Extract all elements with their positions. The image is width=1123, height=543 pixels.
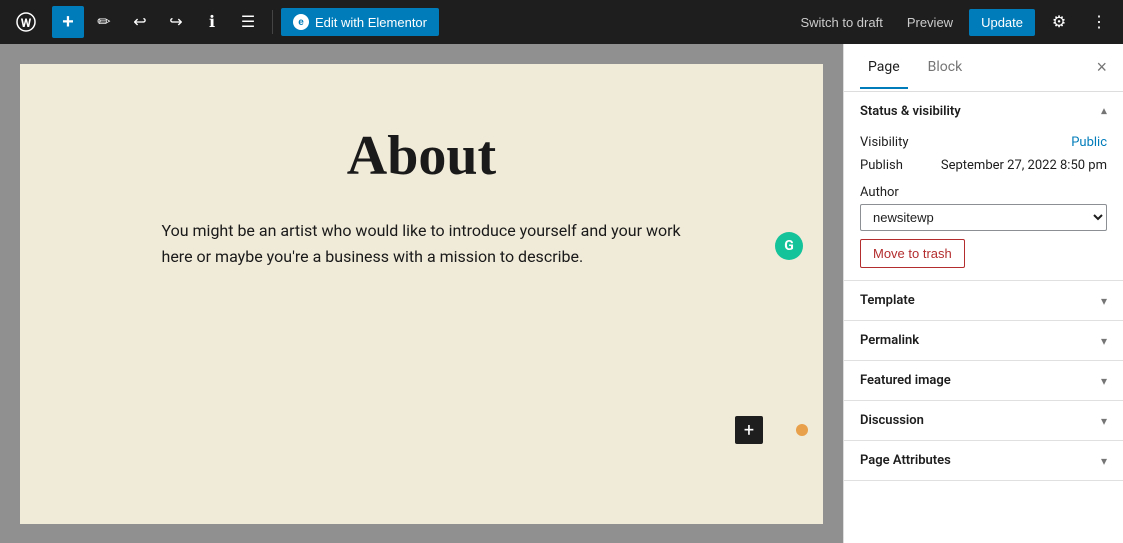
svg-text:W: W bbox=[21, 16, 32, 30]
info-icon: ℹ bbox=[209, 12, 215, 32]
visibility-value[interactable]: Public bbox=[1071, 135, 1107, 150]
section-status-visibility-header[interactable]: Status & visibility ▾ bbox=[844, 92, 1123, 131]
section-permalink-title: Permalink bbox=[860, 333, 919, 348]
tab-block-label: Block bbox=[928, 59, 963, 75]
sidebar-content: Status & visibility ▾ Visibility Public … bbox=[844, 92, 1123, 543]
more-icon: ⋮ bbox=[1091, 12, 1107, 32]
sidebar-header: Page Block × bbox=[844, 44, 1123, 92]
more-options-button[interactable]: ⋮ bbox=[1083, 6, 1115, 38]
visibility-label: Visibility bbox=[860, 135, 909, 150]
plus-icon: + bbox=[62, 11, 74, 34]
page-body-text[interactable]: You might be an artist who would like to… bbox=[162, 218, 682, 269]
status-visibility-content: Visibility Public Publish September 27, … bbox=[844, 131, 1123, 280]
list-view-button[interactable]: ☰ bbox=[232, 6, 264, 38]
wp-logo[interactable]: W bbox=[8, 4, 44, 40]
section-featured-image-title: Featured image bbox=[860, 373, 951, 388]
orange-dot-indicator bbox=[796, 424, 808, 436]
tab-page[interactable]: Page bbox=[860, 47, 908, 89]
section-permalink: Permalink ▾ bbox=[844, 321, 1123, 361]
add-block-button[interactable]: + bbox=[52, 6, 84, 38]
page-title: About bbox=[60, 124, 783, 188]
move-to-trash-button[interactable]: Move to trash bbox=[860, 239, 965, 268]
section-status-visibility: Status & visibility ▾ Visibility Public … bbox=[844, 92, 1123, 281]
section-template-title: Template bbox=[860, 293, 915, 308]
section-template-header[interactable]: Template ▾ bbox=[844, 281, 1123, 320]
main-toolbar: W + ✏ ↩ ↪ ℹ ☰ e Edit with Elementor Swit… bbox=[0, 0, 1123, 44]
section-status-visibility-title: Status & visibility bbox=[860, 104, 961, 119]
section-discussion-title: Discussion bbox=[860, 413, 924, 428]
settings-button[interactable]: ⚙ bbox=[1043, 6, 1075, 38]
edit-button[interactable]: ✏ bbox=[88, 6, 120, 38]
add-block-icon: + bbox=[744, 420, 754, 441]
elementor-btn-label: Edit with Elementor bbox=[315, 15, 427, 30]
grammarly-icon: G bbox=[784, 238, 794, 254]
add-new-block-button[interactable]: + bbox=[735, 416, 763, 444]
section-page-attributes-title: Page Attributes bbox=[860, 453, 951, 468]
update-button[interactable]: Update bbox=[969, 9, 1035, 36]
elementor-icon: e bbox=[293, 14, 309, 30]
section-page-attributes-header[interactable]: Page Attributes ▾ bbox=[844, 441, 1123, 480]
page-canvas: About You might be an artist who would l… bbox=[20, 64, 823, 524]
switch-to-draft-button[interactable]: Switch to draft bbox=[792, 9, 890, 36]
gear-icon: ⚙ bbox=[1052, 12, 1066, 32]
list-icon: ☰ bbox=[241, 12, 255, 32]
chevron-down-icon-2: ▾ bbox=[1101, 334, 1107, 348]
section-discussion-header[interactable]: Discussion ▾ bbox=[844, 401, 1123, 440]
grammarly-button[interactable]: G bbox=[775, 232, 803, 260]
section-featured-image: Featured image ▾ bbox=[844, 361, 1123, 401]
main-layout: About You might be an artist who would l… bbox=[0, 44, 1123, 543]
canvas-area: About You might be an artist who would l… bbox=[0, 44, 843, 543]
publish-label: Publish bbox=[860, 158, 903, 173]
sidebar-close-button[interactable]: × bbox=[1096, 57, 1107, 78]
publish-value[interactable]: September 27, 2022 8:50 pm bbox=[941, 158, 1107, 173]
section-featured-image-header[interactable]: Featured image ▾ bbox=[844, 361, 1123, 400]
toolbar-divider bbox=[272, 10, 273, 34]
section-template: Template ▾ bbox=[844, 281, 1123, 321]
undo-icon: ↩ bbox=[133, 12, 146, 32]
chevron-down-icon-4: ▾ bbox=[1101, 414, 1107, 428]
redo-button[interactable]: ↪ bbox=[160, 6, 192, 38]
publish-row: Publish September 27, 2022 8:50 pm bbox=[860, 154, 1107, 177]
undo-button[interactable]: ↩ bbox=[124, 6, 156, 38]
chevron-down-icon: ▾ bbox=[1101, 294, 1107, 308]
author-label: Author bbox=[860, 185, 1107, 200]
section-discussion: Discussion ▾ bbox=[844, 401, 1123, 441]
redo-icon: ↪ bbox=[169, 12, 182, 32]
chevron-down-icon-3: ▾ bbox=[1101, 374, 1107, 388]
pencil-icon: ✏ bbox=[97, 12, 110, 32]
tab-block[interactable]: Block bbox=[920, 47, 971, 89]
section-page-attributes: Page Attributes ▾ bbox=[844, 441, 1123, 481]
edit-with-elementor-button[interactable]: e Edit with Elementor bbox=[281, 8, 439, 36]
sidebar-panel: Page Block × Status & visibility ▾ Visib… bbox=[843, 44, 1123, 543]
info-button[interactable]: ℹ bbox=[196, 6, 228, 38]
visibility-row: Visibility Public bbox=[860, 131, 1107, 154]
chevron-down-icon-5: ▾ bbox=[1101, 454, 1107, 468]
section-permalink-header[interactable]: Permalink ▾ bbox=[844, 321, 1123, 360]
author-select[interactable]: newsitewp bbox=[860, 204, 1107, 231]
toolbar-right-actions: Switch to draft Preview Update ⚙ ⋮ bbox=[792, 6, 1115, 38]
preview-button[interactable]: Preview bbox=[899, 9, 961, 36]
chevron-up-icon: ▾ bbox=[1101, 105, 1107, 119]
tab-page-label: Page bbox=[868, 59, 900, 75]
